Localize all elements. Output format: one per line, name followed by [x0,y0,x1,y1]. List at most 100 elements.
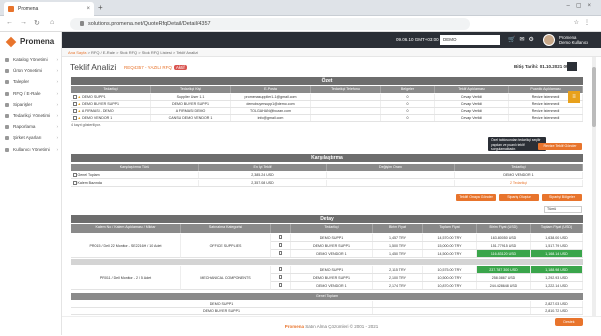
sidebar-item-urun[interactable]: Ürün Yönetimi › [0,65,62,76]
browser-toolbar-icons[interactable]: ☆⋮ [574,19,595,26]
col-header[interactable]: Tedarikçi [455,164,583,171]
sidebar-item-siparisler[interactable]: Siparişler › [0,99,62,110]
scrollbar-thumb[interactable] [592,67,596,127]
section-ozet-header[interactable]: Özet [71,77,583,85]
window-controls[interactable]: –▢× [566,2,597,9]
sidebar-item-tedarikci[interactable]: Tedarikçi Yönetimi › [0,110,62,121]
item-category: OFFICE SUPPLIES [181,234,271,258]
deadline-label: Bitiş Tarihi: [514,64,539,69]
col-header[interactable]: Tedarikçi [71,86,151,93]
sidebar-item-kullanici[interactable]: Kullanıcı Yönetimi › [0,144,62,155]
col-header[interactable]: Birim Fiyat [373,224,423,233]
best-price-cell: 1,168.14 USD [531,250,583,257]
siparis-bolgeler-button[interactable]: Siparişi Bölgeler [542,194,582,201]
avatar[interactable] [543,34,555,46]
table-row[interactable]: ▲ A FIRMASI - DEMO A FIRMASI DEMO TOLGAH… [71,108,583,115]
scrollbar[interactable] [592,57,596,316]
row-checkbox[interactable] [278,235,283,239]
col-header[interactable]: Satınalma Kategorisi [181,224,271,233]
chevron-icon: › [56,124,58,130]
row-checkbox[interactable] [73,181,77,185]
reload-icon[interactable]: ↻ [34,19,40,27]
sidebar-item-raporlama[interactable]: Raporlama › [0,121,62,132]
browser-tab[interactable]: Promena × [4,2,94,16]
col-header[interactable]: Birim Fiyat (USD) [477,224,531,233]
row-checkbox[interactable] [278,243,283,247]
forward-icon[interactable]: → [20,19,27,26]
row-checkbox[interactable] [278,267,283,271]
row-checkbox[interactable] [278,275,283,279]
topbar-icons[interactable]: 🛒✉⚙ [508,32,538,48]
back-icon[interactable]: ← [6,19,13,26]
table-row[interactable]: Genel Toplam 2,385.24 USD DEMO VENDOR 1 [71,172,583,179]
col-header[interactable]: Belgeler [381,86,435,93]
row-checkbox[interactable] [73,173,77,177]
col-header[interactable]: Kalem No / Kalem Açıklaması / Miktar [71,224,181,233]
row-checkbox[interactable] [73,116,77,120]
sidebar-item-katalog[interactable]: Katalog Yönetimi › [0,54,62,65]
table-row[interactable]: DEMO VENDOR 1 1,450 TRY 14,500.00 TRY 11… [271,250,583,258]
cell: DEMO SUPP1 [291,234,373,241]
comparison-type: Genel Toplam [77,173,100,177]
col-header[interactable]: Karşılaştırma Türü [71,164,199,171]
table-row[interactable]: DEMO VENDOR 1 2,174 TRY 10,870.00 TRY 24… [271,282,583,290]
col-header[interactable]: En İyi Teklif [199,164,327,171]
chevron-icon: › [56,112,58,118]
sidebar-item-rfq[interactable]: RFQ / E-Rale › [0,88,62,99]
new-tab-button[interactable]: + [98,3,103,12]
table-row[interactable]: DEMO SUPP1 2,115 TRY 10,575.00 TRY 237.7… [271,266,583,274]
main-content: Teklif Analizi REQ4357 - YAZILI RFQ Aktif… [62,57,601,335]
section-detay-header[interactable]: Detay [71,215,583,223]
cell: 1,292.93 USD [531,274,583,281]
table-row[interactable]: DEMO BUYER SUPP1 2,100 TRY 10,500.00 TRY… [271,274,583,282]
revize-teklif-button[interactable]: Revize Teklif Gönder [538,143,582,150]
cell: 151.77915 USD [477,242,531,249]
table-row[interactable]: ▲ DEMO BUYER SUPP1 DEMO BUYER SUPP1 demo… [71,101,583,108]
table-row[interactable]: DEMO BUYER SUPP1 1,500 TRY 15,000.00 TRY… [271,242,583,250]
home-icon[interactable]: ⌂ [50,19,54,26]
catalog-icon [5,58,9,62]
options-button[interactable] [567,62,577,71]
row-checkbox[interactable] [278,283,283,287]
sidebar-item-talepler[interactable]: Talepler › [0,76,62,87]
col-header[interactable]: Toplam Fiyat [423,224,477,233]
cell: 244.428648 USD [477,282,531,289]
close-tab-icon[interactable]: × [86,2,90,16]
lock-icon [80,21,84,27]
cell: ▲ A FIRMASI - DEMO [71,108,151,114]
row-checkbox[interactable] [73,109,77,113]
col-header[interactable]: E-Posta [231,86,311,93]
row-checkbox[interactable] [73,102,77,106]
table-row[interactable]: ▲ DEMO VENDOR 1 CANSU DEMO VENDOR 1 info… [71,115,583,122]
table-row[interactable]: ▲ DEMO SUPP1 Supplier User 1.1 promenasu… [71,94,583,101]
cell[interactable]: 2 Tedarikçi [455,180,583,186]
section-karsilastirma-header[interactable]: Karşılaştırma [71,154,583,162]
logo[interactable]: Promena [5,35,54,49]
breadcrumb-home[interactable]: Ana Sayfa [68,50,86,55]
cell: DEMO BUYER SUPP1 [291,274,373,281]
col-header[interactable]: Tedarikçi Telefonu [311,86,381,93]
table-row[interactable]: DEMO SUPP1 1,457 TRY 14,570.00 TRY 163.8… [271,234,583,242]
detail-filter-select[interactable]: Tümü [544,206,582,213]
col-header[interactable]: Toplam Fiyat (USD) [531,224,583,233]
col-header[interactable]: Değişim Oranı [327,164,455,171]
siparis-olustur-button[interactable]: Sipariş Oluştur [499,194,539,201]
table-row[interactable]: Kalem Bazında 2,357.08 USD 2 Tedarikçi [71,180,583,187]
company-select[interactable]: DEMO [440,35,500,45]
row-checkbox[interactable] [278,251,283,255]
support-button[interactable]: Destek [555,318,583,326]
url-field[interactable]: solutions.promena.net/QuoteRfqDetail/Det… [70,18,470,30]
side-panel-toggle[interactable]: ≡ [568,91,580,103]
sidebar-item-sirket[interactable]: Şirket Ayarları › [0,132,62,143]
group-separator [71,259,583,265]
col-header[interactable] [271,224,291,233]
cell: DEMO BUYER SUPP1 [291,242,373,249]
col-header[interactable]: Tedarikçi [291,224,373,233]
deadline: Bitiş Tarihi: 01.10.2021 09:05 [514,64,575,69]
col-header[interactable]: Tedarikçi Kişi [151,86,231,93]
user-info[interactable]: Promena Demo Kullanıcı [559,35,588,45]
cell: ▲ DEMO SUPP1 [71,94,151,100]
row-checkbox[interactable] [73,95,77,99]
onaya-gonder-button[interactable]: Teklifi Onaya Gönder [456,194,496,201]
col-header[interactable]: Teklif Açıklaması [435,86,509,93]
